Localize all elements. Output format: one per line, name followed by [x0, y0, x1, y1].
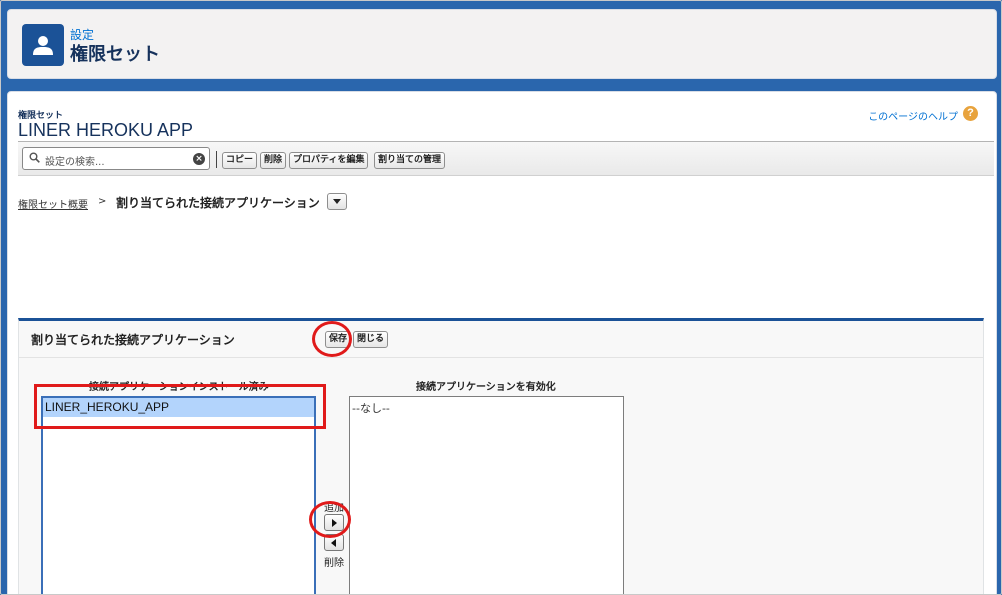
copy-button[interactable]: コピー: [222, 152, 258, 169]
edit-properties-button[interactable]: プロパティを編集: [289, 152, 369, 169]
close-button[interactable]: 閉じる: [353, 331, 389, 348]
section-header: 割り当てられた接続アプリケーション 保存 閉じる: [19, 321, 983, 358]
annotation-rect-app: [34, 384, 326, 429]
breadcrumb-dropdown-button[interactable]: [327, 193, 347, 210]
enabled-apps-label: 接続アプリケーションを有効化: [416, 382, 556, 393]
help-link[interactable]: このページのヘルプ: [868, 108, 958, 123]
breadcrumb-separator: >: [98, 196, 107, 207]
toolbar: 設定の検索... × コピー 削除 プロパティを編集 割り当ての管理: [18, 142, 994, 176]
delete-button[interactable]: 削除: [260, 152, 287, 169]
setup-search-input[interactable]: 設定の検索... ×: [22, 147, 210, 170]
help-icon[interactable]: ?: [963, 106, 978, 121]
enabled-apps-listbox[interactable]: --なし--: [349, 396, 624, 594]
screenshot-frame: 設定 権限セット 権限セット LINER HEROKU APP このページのヘル…: [0, 0, 1002, 595]
annotation-circle-save: [312, 321, 352, 357]
empty-option[interactable]: --なし--: [352, 400, 390, 416]
page-title: 権限セット: [70, 44, 160, 65]
arrow-left-icon: [331, 539, 336, 547]
section-title: 割り当てられた接続アプリケーション: [31, 333, 235, 347]
remove-label: 削除: [324, 558, 344, 569]
clear-icon[interactable]: ×: [193, 153, 205, 165]
manage-assignments-button[interactable]: 割り当ての管理: [374, 152, 446, 169]
assigned-apps-section: 割り当てられた接続アプリケーション 保存 閉じる 接続アプリケーションインストー…: [18, 318, 984, 594]
search-icon: [29, 152, 40, 163]
breadcrumb-parent-link[interactable]: 権限セット概要: [18, 196, 88, 211]
user-icon: [22, 24, 64, 66]
breadcrumb-current: 割り当てられた接続アプリケーション: [116, 196, 320, 210]
record-name: LINER HEROKU APP: [18, 120, 194, 140]
toolbar-divider: [216, 151, 217, 168]
annotation-circle-add: [309, 501, 351, 538]
setup-header: 設定 権限セット: [7, 9, 997, 79]
search-placeholder: 設定の検索...: [45, 157, 105, 168]
main-content: 権限セット LINER HEROKU APP このページのヘルプ ? 設定の検索…: [7, 91, 997, 594]
